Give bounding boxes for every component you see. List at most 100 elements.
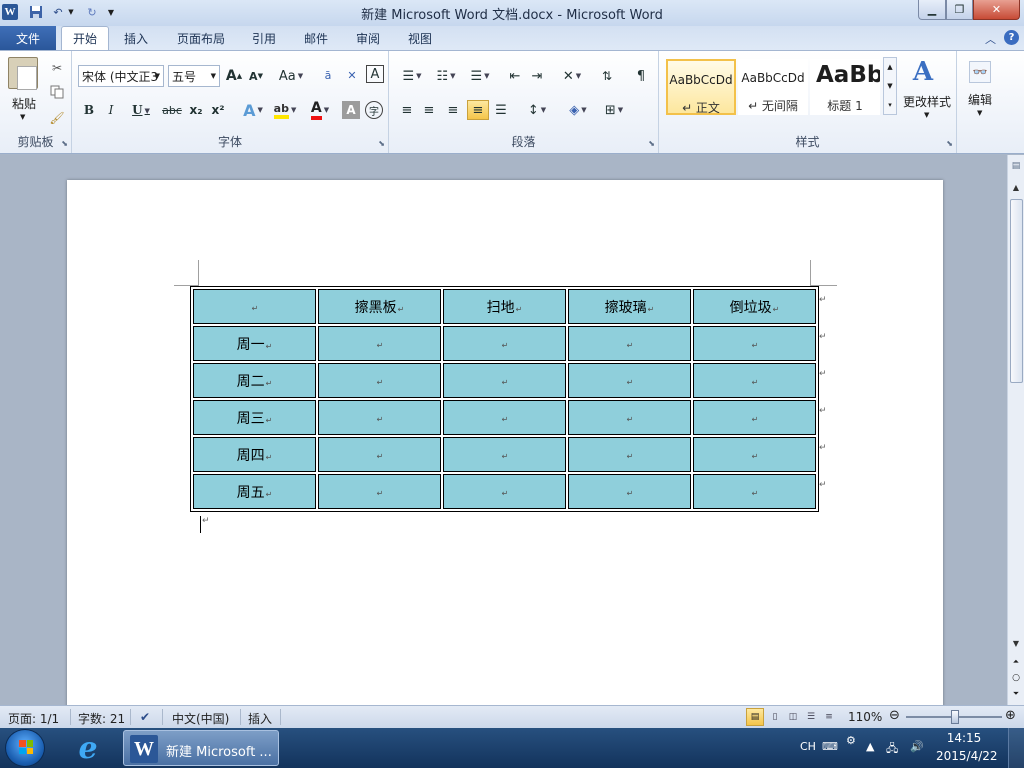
- full-screen-reading-view-icon[interactable]: ▯: [766, 708, 784, 726]
- table-cell[interactable]: 扫地↵: [443, 289, 566, 324]
- sort-icon[interactable]: ⇅: [597, 67, 617, 85]
- table-cell[interactable]: ↵: [318, 363, 441, 398]
- table-cell[interactable]: 周四↵: [193, 437, 316, 472]
- binoculars-icon[interactable]: 👓: [969, 61, 991, 83]
- underline-button[interactable]: U ▼: [126, 101, 156, 119]
- tab-insert[interactable]: 插入: [116, 26, 156, 50]
- ime-indicator[interactable]: CH: [800, 740, 816, 753]
- gallery-more-icon[interactable]: ▾: [888, 101, 892, 109]
- style-no-spacing[interactable]: AaBbCcDd ↵ 无间隔: [738, 59, 808, 115]
- scroll-up-icon[interactable]: ▲: [1009, 183, 1023, 197]
- table-cell[interactable]: ↵: [568, 363, 691, 398]
- tab-references[interactable]: 引用: [246, 26, 282, 50]
- style-heading-1[interactable]: AaBb 标题 1: [810, 59, 880, 115]
- increase-indent-icon[interactable]: ⇥: [527, 67, 547, 85]
- table-cell[interactable]: ↵: [693, 474, 816, 509]
- maximize-button[interactable]: ❐: [946, 0, 973, 20]
- table-cell[interactable]: ↵: [568, 326, 691, 361]
- paste-dropdown-icon[interactable]: ▼: [20, 113, 25, 121]
- zoom-slider-thumb[interactable]: [951, 710, 959, 724]
- page-count[interactable]: 页面: 1/1: [8, 710, 59, 727]
- help-icon[interactable]: ?: [1004, 30, 1019, 45]
- minimize-button[interactable]: ▁: [918, 0, 946, 20]
- table-cell[interactable]: ↵: [568, 400, 691, 435]
- line-spacing-icon[interactable]: ↕ ▼: [523, 101, 551, 119]
- tray-expand-icon[interactable]: ▲: [866, 740, 874, 753]
- change-styles-button[interactable]: 更改样式: [899, 93, 955, 110]
- vertical-scrollbar[interactable]: ▤ ▲ ▼ ⏶ ○ ⏷: [1007, 155, 1024, 705]
- phonetic-guide-icon[interactable]: ā: [318, 65, 338, 85]
- superscript-button[interactable]: x²: [208, 101, 228, 119]
- font-launcher-icon[interactable]: ⬊: [378, 139, 385, 148]
- table-cell[interactable]: ↵: [443, 400, 566, 435]
- change-case-button[interactable]: Aa ▼: [276, 67, 306, 85]
- duty-table[interactable]: ↵ 擦黑板↵ 扫地↵ 擦玻璃↵ 倒垃圾↵ 周一↵ ↵ ↵ ↵ ↵ 周二↵ ↵ ↵: [190, 286, 819, 512]
- scroll-thumb[interactable]: [1010, 199, 1023, 383]
- styles-launcher-icon[interactable]: ⬊: [946, 139, 953, 148]
- zoom-level[interactable]: 110%: [848, 710, 882, 724]
- internet-explorer-icon[interactable]: e: [70, 731, 106, 766]
- paragraph-launcher-icon[interactable]: ⬊: [648, 139, 655, 148]
- clipboard-launcher-icon[interactable]: ⬊: [61, 139, 68, 148]
- styles-gallery-scroll[interactable]: ▲ ▼ ▾: [883, 57, 897, 115]
- tab-view[interactable]: 视图: [400, 26, 440, 50]
- editing-dropdown-icon[interactable]: ▼: [977, 109, 982, 117]
- tab-mailings[interactable]: 邮件: [296, 26, 336, 50]
- paste-icon[interactable]: [8, 57, 38, 90]
- previous-page-icon[interactable]: ⏶: [1009, 657, 1023, 667]
- shading-icon[interactable]: ◈ ▼: [563, 101, 593, 119]
- taskbar-word-button[interactable]: W 新建 Microsoft ...: [123, 730, 279, 766]
- table-cell[interactable]: ↵: [568, 437, 691, 472]
- ruler-toggle-icon[interactable]: ▤: [1009, 161, 1023, 173]
- table-cell[interactable]: ↵: [318, 326, 441, 361]
- align-left-icon[interactable]: ≡: [397, 101, 417, 119]
- paste-button[interactable]: 粘贴: [8, 95, 40, 112]
- decrease-indent-icon[interactable]: ⇤: [505, 67, 525, 85]
- word-count[interactable]: 字数: 21: [78, 710, 125, 727]
- zoom-in-icon[interactable]: ⊕: [1005, 708, 1016, 723]
- table-cell[interactable]: ↵: [443, 474, 566, 509]
- table-cell[interactable]: 周五↵: [193, 474, 316, 509]
- style-normal[interactable]: AaBbCcDd ↵ 正文: [666, 59, 736, 115]
- italic-button[interactable]: I: [102, 101, 120, 119]
- tab-home[interactable]: 开始: [61, 26, 109, 50]
- grow-font-button[interactable]: A ▲: [224, 67, 244, 85]
- show-desktop-button[interactable]: [1008, 728, 1024, 768]
- browse-object-icon[interactable]: ○: [1009, 673, 1023, 683]
- ime-options-icon[interactable]: ⚙: [846, 734, 856, 747]
- table-cell[interactable]: ↵: [443, 326, 566, 361]
- keyboard-icon[interactable]: ⌨: [822, 740, 838, 753]
- numbering-icon[interactable]: ☷ ▼: [431, 67, 461, 85]
- print-layout-view-icon[interactable]: ▤: [746, 708, 764, 726]
- borders-icon[interactable]: ⊞ ▼: [599, 101, 629, 119]
- justify-icon[interactable]: ≡: [467, 100, 489, 120]
- table-cell[interactable]: ↵: [443, 363, 566, 398]
- table-cell[interactable]: ↵: [693, 363, 816, 398]
- table-cell[interactable]: 擦黑板↵: [318, 289, 441, 324]
- chevron-up-icon[interactable]: ▲: [887, 63, 892, 71]
- scroll-down-icon[interactable]: ▼: [1009, 639, 1023, 653]
- document-page[interactable]: ↵ 擦黑板↵ 扫地↵ 擦玻璃↵ 倒垃圾↵ 周一↵ ↵ ↵ ↵ ↵ 周二↵ ↵ ↵: [67, 180, 943, 705]
- text-effects-icon[interactable]: A ▼: [240, 101, 266, 120]
- character-border-icon[interactable]: A: [366, 65, 384, 83]
- zoom-out-icon[interactable]: ⊖: [889, 708, 900, 723]
- clock-date[interactable]: 2015/4/22: [936, 749, 998, 763]
- enclose-characters-icon[interactable]: 字: [365, 101, 383, 119]
- font-color-icon[interactable]: A ▼: [306, 100, 334, 120]
- next-page-icon[interactable]: ⏷: [1009, 689, 1023, 699]
- language-indicator[interactable]: 中文(中国): [172, 710, 229, 727]
- volume-icon[interactable]: 🔊: [910, 740, 924, 753]
- table-cell[interactable]: 周二↵: [193, 363, 316, 398]
- copy-icon[interactable]: [48, 83, 66, 101]
- show-marks-icon[interactable]: ¶: [631, 67, 651, 85]
- outline-view-icon[interactable]: ☰: [802, 708, 820, 726]
- strikethrough-button[interactable]: abc: [160, 101, 184, 119]
- tab-review[interactable]: 审阅: [350, 26, 386, 50]
- table-cell[interactable]: ↵: [318, 437, 441, 472]
- format-painter-icon[interactable]: 🖌: [48, 109, 66, 127]
- start-button[interactable]: [5, 729, 45, 767]
- font-size-select[interactable]: 五号 ▼: [168, 65, 220, 87]
- table-cell[interactable]: ↵: [193, 289, 316, 324]
- table-cell[interactable]: 擦玻璃↵: [568, 289, 691, 324]
- draft-view-icon[interactable]: ≡: [820, 708, 838, 726]
